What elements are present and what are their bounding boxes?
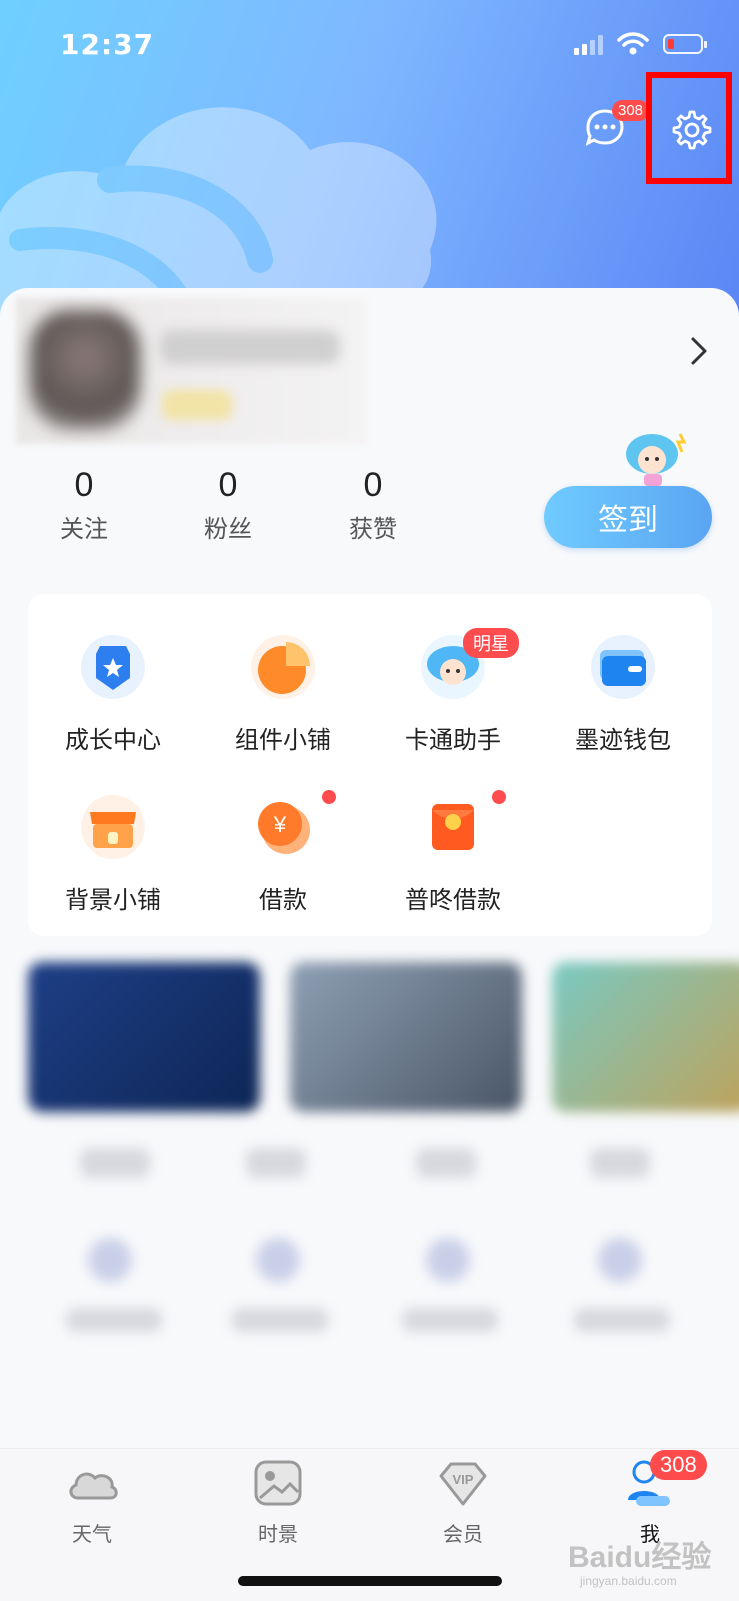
tab-badge: 308 — [650, 1450, 707, 1480]
tab-label: 会员 — [443, 1522, 483, 1546]
blurred-icon — [256, 1238, 300, 1282]
tool-label: 组件小铺 — [235, 726, 331, 754]
tool-growth-center[interactable]: 成长中心 — [28, 632, 198, 755]
blurred-icon — [426, 1238, 470, 1282]
stat-likes-label: 获赞 — [349, 515, 397, 543]
mascot-icon — [626, 433, 687, 486]
status-time: 12:37 — [60, 28, 155, 61]
stat-likes-value: 0 — [363, 466, 383, 504]
red-envelope-icon — [432, 804, 474, 850]
banner-card[interactable] — [290, 962, 522, 1112]
stat-likes[interactable]: 0 获赞 — [333, 466, 413, 544]
settings-highlight-box — [646, 72, 732, 184]
stat-followers-label: 粉丝 — [204, 515, 252, 543]
tool-background-shop[interactable]: 背景小铺 — [28, 792, 198, 915]
blurred-label — [416, 1148, 476, 1178]
picture-icon — [254, 1460, 302, 1506]
cloud-decoration — [0, 107, 437, 322]
tool-label: 普咚借款 — [405, 886, 501, 914]
tool-label: 背景小铺 — [65, 886, 161, 914]
banner-card[interactable] — [552, 962, 739, 1112]
tab-scenery[interactable]: 时景 — [218, 1458, 338, 1547]
blurred-content-area — [0, 948, 739, 1448]
blurred-icon — [88, 1238, 132, 1282]
tool-widget-shop[interactable]: 组件小铺 — [198, 632, 368, 755]
svg-text:VIP: VIP — [453, 1472, 474, 1487]
tab-vip[interactable]: VIP 会员 — [403, 1458, 523, 1547]
stat-following-value: 0 — [74, 466, 94, 504]
tool-label: 借款 — [259, 886, 307, 914]
blurred-label — [574, 1308, 670, 1332]
tool-wallet[interactable]: 墨迹钱包 — [538, 632, 708, 755]
notification-dot — [492, 790, 506, 804]
message-badge: 308 — [612, 100, 650, 121]
avatar[interactable] — [30, 310, 140, 430]
tool-label: 卡通助手 — [405, 726, 501, 754]
blurred-label — [402, 1308, 498, 1332]
watermark-sub: jingyan.baidu.com — [580, 1574, 677, 1588]
blurred-label — [590, 1148, 650, 1178]
notification-dot — [322, 790, 336, 804]
pie-chart-icon — [251, 635, 315, 699]
stat-followers[interactable]: 0 粉丝 — [188, 466, 268, 544]
signin-button[interactable]: 签到 — [544, 486, 712, 548]
coin-icon: ¥ — [258, 802, 310, 854]
tool-label: 墨迹钱包 — [575, 726, 671, 754]
tool-loan[interactable]: ¥ 借款 — [198, 792, 368, 915]
stat-following[interactable]: 0 关注 — [44, 466, 124, 544]
star-badge: 明星 — [463, 628, 519, 658]
blurred-icon — [598, 1238, 642, 1282]
chevron-right-icon[interactable] — [690, 336, 708, 366]
watermark: Baidu经验 — [568, 1541, 712, 1574]
medal-icon — [81, 635, 145, 699]
battery-icon — [663, 34, 707, 54]
cloud-icon — [69, 1472, 118, 1500]
blurred-label — [80, 1148, 150, 1178]
stat-following-label: 关注 — [60, 515, 108, 543]
wifi-icon — [617, 32, 649, 55]
tab-label: 时景 — [258, 1522, 298, 1546]
svg-text:¥: ¥ — [273, 812, 287, 837]
blurred-label — [232, 1308, 328, 1332]
username-blurred — [160, 330, 340, 364]
wallet-icon — [591, 635, 655, 699]
blurred-label — [66, 1308, 162, 1332]
blurred-label — [246, 1148, 306, 1178]
signal-icon — [574, 33, 603, 55]
home-indicator — [238, 1576, 502, 1586]
tab-weather[interactable]: 天气 — [32, 1458, 152, 1547]
tool-label: 成长中心 — [65, 726, 161, 754]
shop-icon — [81, 795, 145, 859]
banner-card[interactable] — [28, 962, 260, 1112]
status-icons — [574, 32, 707, 56]
user-level-tag — [162, 390, 232, 420]
stat-followers-value: 0 — [218, 466, 238, 504]
vip-diamond-icon: VIP — [439, 1462, 487, 1506]
tool-pudong-loan[interactable]: 普咚借款 — [368, 792, 538, 915]
tab-label: 天气 — [72, 1522, 112, 1546]
